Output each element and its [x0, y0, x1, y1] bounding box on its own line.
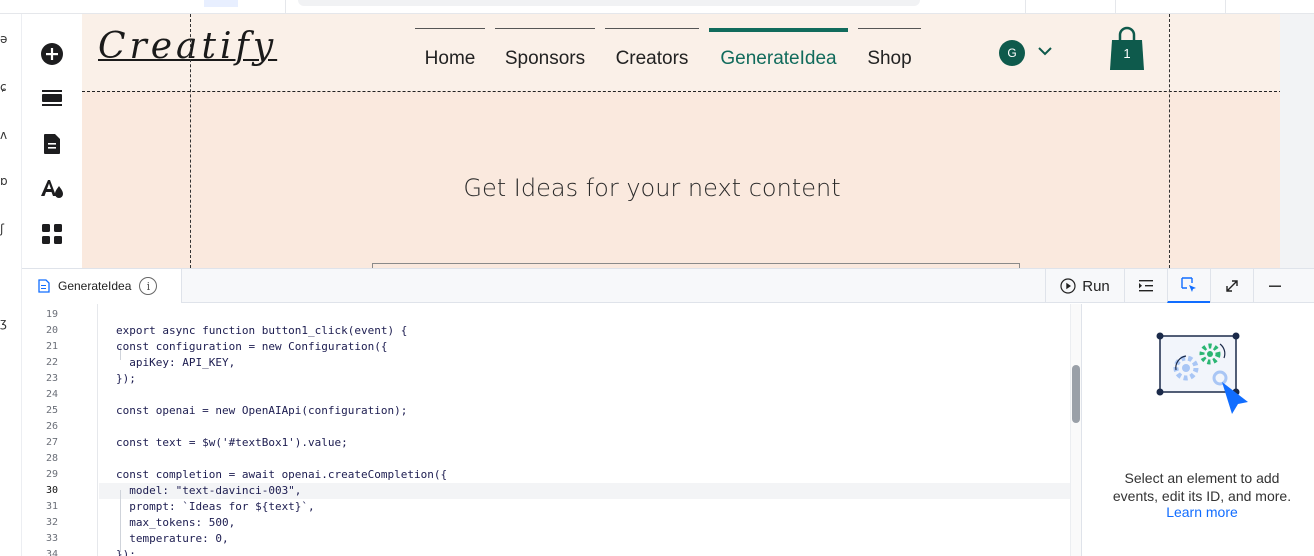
- nav-item-shop[interactable]: Shop: [858, 28, 921, 72]
- line-number: 25: [45, 405, 58, 416]
- top-segment: [1116, 0, 1226, 14]
- code-line: const openai = new OpenAIApi(configurati…: [116, 404, 408, 417]
- strip-glyph: ə: [0, 32, 8, 46]
- play-icon: [1060, 278, 1076, 294]
- line-number: 32: [45, 517, 58, 528]
- add-icon: [41, 43, 63, 65]
- line-number: 30: [45, 485, 58, 496]
- line-number: 26: [45, 421, 58, 432]
- code-line: const configuration = new Configuration(…: [116, 340, 388, 353]
- minimize-icon: [1269, 285, 1281, 287]
- line-number: 28: [45, 453, 58, 464]
- properties-toggle-button[interactable]: [1167, 269, 1210, 303]
- indent-icon: [1139, 280, 1153, 292]
- canvas-gutter: [1280, 14, 1314, 268]
- element-select-icon: [1181, 277, 1196, 292]
- code-editor[interactable]: export async function button1_click(even…: [99, 304, 1081, 556]
- line-number: 21: [45, 341, 58, 352]
- editor-scrollbar-thumb[interactable]: [1072, 365, 1080, 423]
- line-number: 20: [45, 325, 58, 336]
- expand-icon: [1226, 280, 1238, 292]
- expand-button[interactable]: [1210, 269, 1253, 303]
- indent-toggle-button[interactable]: [1124, 269, 1167, 303]
- line-number: 19: [45, 309, 58, 320]
- run-button[interactable]: Run: [1045, 269, 1124, 303]
- top-segment: [1026, 0, 1116, 14]
- line-number: 27: [45, 437, 58, 448]
- pages-icon: [44, 134, 60, 154]
- design-button[interactable]: [39, 176, 65, 202]
- design-icon: [41, 180, 63, 198]
- apps-icon: [42, 224, 62, 244]
- gridline-right: [1169, 14, 1170, 268]
- address-bar[interactable]: [298, 0, 920, 6]
- strip-glyph: ɕ: [0, 80, 7, 94]
- select-element-illustration-icon: [1156, 332, 1248, 414]
- code-line: temperature: 0,: [116, 532, 229, 545]
- top-segment: [932, 0, 1026, 14]
- sections-icon: [42, 90, 62, 106]
- outer-left-strip: ə ɕ ʌ ɒ ʃ ʒ: [0, 14, 22, 556]
- code-line: const completion = await openai.createCo…: [116, 468, 448, 481]
- add-elements-button[interactable]: [39, 41, 65, 67]
- code-line: apiKey: API_KEY,: [116, 356, 236, 369]
- code-line: prompt: `Ideas for ${text}`,: [116, 500, 315, 513]
- code-line: max_tokens: 500,: [116, 516, 236, 529]
- line-number-gutter: 19 20 21 22 23 24 25 26 27 28 29 30 31 3…: [22, 304, 98, 556]
- line-number: 24: [45, 389, 58, 400]
- line-number: 29: [45, 469, 58, 480]
- page-headline[interactable]: Get Ideas for your next content: [82, 174, 1282, 202]
- code-line: model: "text-davinci-003",: [116, 484, 302, 497]
- line-number: 34: [45, 549, 58, 556]
- nav-item-sponsors[interactable]: Sponsors: [495, 28, 595, 72]
- apps-button[interactable]: [39, 221, 65, 247]
- strip-glyph: ʌ: [0, 128, 8, 142]
- strip-glyph: ʒ: [0, 316, 7, 330]
- tab-generateidea[interactable]: GenerateIdea i: [22, 269, 182, 303]
- code-panel-tabbar: GenerateIdea i Run: [22, 269, 1314, 303]
- properties-panel-message: Select an element to add events, edit it…: [1112, 470, 1292, 504]
- gridline-left: [190, 14, 191, 268]
- line-number: 23: [45, 373, 58, 384]
- code-line: });: [116, 372, 136, 385]
- run-label: Run: [1082, 277, 1110, 295]
- line-number: 33: [45, 533, 58, 544]
- code-line: });: [116, 548, 136, 556]
- nav-item-creators[interactable]: Creators: [605, 28, 699, 72]
- code-line: const text = $w('#textBox1').value;: [116, 436, 348, 449]
- site-canvas[interactable]: Creatify Home Sponsors Creators Generate…: [82, 14, 1282, 268]
- page-file-icon: [38, 279, 50, 293]
- line-number: 31: [45, 501, 58, 512]
- sections-button[interactable]: [39, 86, 65, 112]
- nav-item-generateidea[interactable]: GenerateIdea: [709, 28, 848, 72]
- learn-more-link[interactable]: Learn more: [1102, 504, 1302, 520]
- cart-count: 1: [1123, 46, 1131, 61]
- line-number: 22: [45, 357, 58, 368]
- nav-item-home[interactable]: Home: [415, 28, 485, 72]
- code-line: export async function button1_click(even…: [116, 324, 408, 337]
- strip-glyph: ʃ: [0, 222, 5, 236]
- minimize-button[interactable]: [1253, 269, 1296, 303]
- header-boundary-line: [82, 91, 1282, 92]
- code-panel: GenerateIdea i Run 19 20 21 22 23 24 25 …: [22, 268, 1314, 556]
- pages-button[interactable]: [39, 131, 65, 157]
- strip-glyph: ɒ: [0, 174, 8, 188]
- info-icon[interactable]: i: [139, 277, 158, 295]
- browser-top-strip: [0, 0, 1314, 14]
- user-avatar[interactable]: G: [999, 40, 1025, 66]
- site-nav: Home Sponsors Creators GenerateIdea Shop: [82, 28, 982, 72]
- chevron-down-icon[interactable]: [1037, 44, 1053, 58]
- tab-label: GenerateIdea: [58, 279, 132, 293]
- top-segment: [192, 0, 286, 14]
- editor-toolbar: [22, 14, 82, 268]
- properties-panel: Select an element to add events, edit it…: [1081, 304, 1314, 556]
